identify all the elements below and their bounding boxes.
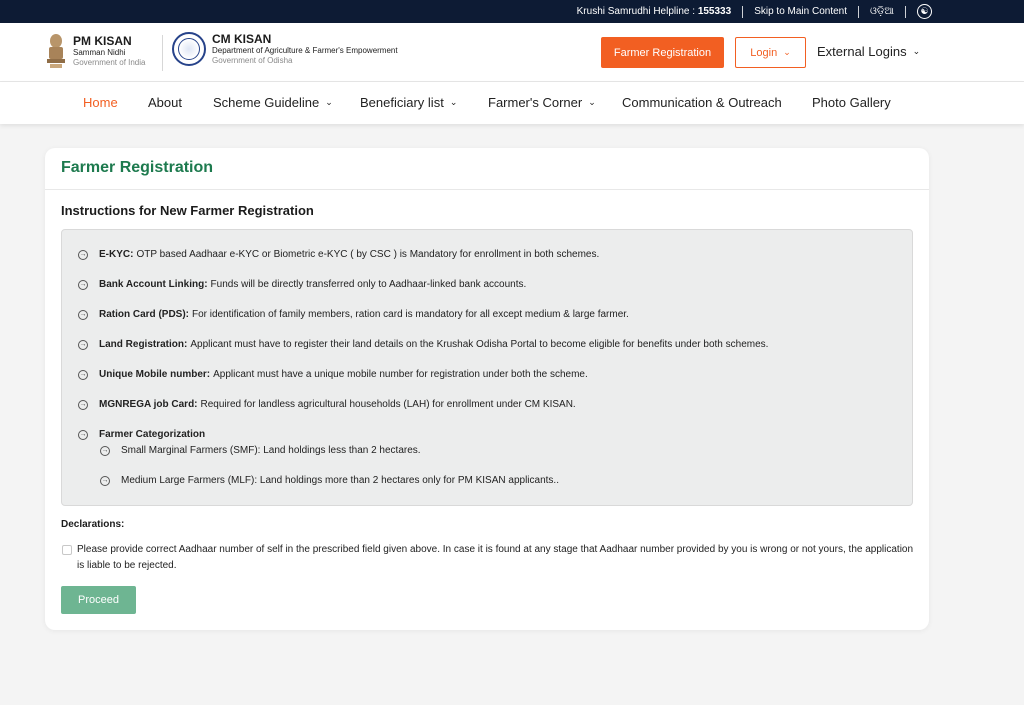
cm-kisan-title: CM KISAN <box>212 31 272 46</box>
skip-to-main-link[interactable]: Skip to Main Content <box>754 6 847 17</box>
farmer-registration-card: Farmer Registration Instructions for New… <box>45 148 929 630</box>
instruction-term: Unique Mobile number: <box>99 369 211 380</box>
odisha-seal-icon <box>172 32 206 66</box>
chevron-down-icon: ⌄ <box>912 46 921 56</box>
top-utility-links: Krushi Samrudhi Helpline : 155333 Skip t… <box>577 0 932 23</box>
language-odia-link[interactable]: ଓଡ଼ିଆ <box>870 6 894 17</box>
arrow-circle-right-icon: → <box>100 475 110 486</box>
arrow-circle-right-icon: → <box>78 399 88 410</box>
chevron-down-icon: ⌄ <box>783 47 791 57</box>
top-utility-bar: Krushi Samrudhi Helpline : 155333 Skip t… <box>0 0 1024 23</box>
pm-kisan-subtitle: Samman Nidhi <box>73 47 126 57</box>
arrow-circle-right-icon: → <box>78 369 88 380</box>
nav-item-label: Photo Gallery <box>812 95 891 110</box>
instruction-item: → Bank Account Linking: Funds will be di… <box>78 279 526 290</box>
nav-item-label: Home <box>83 95 118 110</box>
nav-item-label: Farmer's Corner <box>488 95 583 110</box>
cm-kisan-brand[interactable]: CM KISAN Department of Agriculture & Far… <box>172 32 398 66</box>
cm-kisan-subtitle: Department of Agriculture & Farmer's Emp… <box>212 45 398 55</box>
card-title: Farmer Registration <box>61 159 214 176</box>
instructions-box: → E-KYC: OTP based Aadhaar e-KYC or Biom… <box>61 229 913 506</box>
nav-item-communication-outreach[interactable]: Communication & Outreach <box>622 95 782 110</box>
instruction-item: → Unique Mobile number: Applicant must h… <box>78 369 588 380</box>
proceed-button[interactable]: Proceed <box>61 586 136 614</box>
instruction-text: OTP based Aadhaar e-KYC or Biometric e-K… <box>136 249 600 260</box>
login-label: Login <box>750 46 778 59</box>
instruction-term: MGNREGA job Card: <box>99 399 198 410</box>
instruction-term: Bank Account Linking: <box>99 279 208 290</box>
instruction-item: → Land Registration: Applicant must have… <box>78 339 768 350</box>
nav-item-beneficiary-list[interactable]: Beneficiary list ⌄ <box>360 95 457 110</box>
chevron-down-icon: ⌄ <box>588 97 596 107</box>
nav-item-farmers-corner[interactable]: Farmer's Corner ⌄ <box>488 95 596 110</box>
brand-divider <box>162 35 163 71</box>
pm-kisan-text: PM KISAN Samman Nidhi Government of Indi… <box>73 33 146 68</box>
arrow-circle-right-icon: → <box>100 445 110 456</box>
instruction-term: E-KYC: <box>99 249 134 260</box>
helpline-label: Krushi Samrudhi Helpline : <box>576 6 698 17</box>
instruction-text: For identification of family members, ra… <box>192 309 629 320</box>
instruction-item: → E-KYC: OTP based Aadhaar e-KYC or Biom… <box>78 249 599 260</box>
pm-kisan-brand[interactable]: PM KISAN Samman Nidhi Government of Indi… <box>44 32 145 70</box>
separator <box>905 5 906 18</box>
separator <box>858 5 860 18</box>
helpline-text: Krushi Samrudhi Helpline : 155333 <box>577 6 732 17</box>
external-logins-label: External Logins <box>817 44 907 59</box>
nav-item-label: About <box>148 95 182 110</box>
sub-instruction-text: Small Marginal Farmers (SMF): Land holdi… <box>121 445 421 456</box>
pm-kisan-title: PM KISAN <box>73 33 132 48</box>
instruction-term: Land Registration: <box>99 339 188 350</box>
arrow-circle-right-icon: → <box>78 339 88 350</box>
pm-kisan-org: Government of India <box>73 57 146 67</box>
arrow-circle-right-icon: → <box>78 249 88 260</box>
sub-instruction-item: → Small Marginal Farmers (SMF): Land hol… <box>100 445 421 456</box>
instruction-text: Applicant must have a unique mobile numb… <box>213 369 588 380</box>
instruction-term: Farmer Categorization <box>99 429 206 440</box>
farmer-registration-button[interactable]: Farmer Registration <box>601 37 724 68</box>
nav-item-photo-gallery[interactable]: Photo Gallery <box>812 95 891 110</box>
nav-item-label: Scheme Guideline <box>213 95 320 110</box>
site-header: PM KISAN Samman Nidhi Government of Indi… <box>0 23 1024 82</box>
instruction-item: → Farmer Categorization <box>78 429 208 440</box>
main-nav: Home About Scheme Guideline ⌄ Beneficiar… <box>0 82 1024 124</box>
instruction-text: Applicant must have to register their la… <box>190 339 769 350</box>
sub-instruction-item: → Medium Large Farmers (MLF): Land holdi… <box>100 475 559 486</box>
nav-item-label: Beneficiary list <box>360 95 444 110</box>
cm-kisan-text: CM KISAN Department of Agriculture & Far… <box>212 31 398 66</box>
arrow-circle-right-icon: → <box>78 429 88 440</box>
instruction-text: Required for landless agricultural house… <box>200 399 576 410</box>
declaration-checkbox[interactable] <box>62 545 72 555</box>
separator <box>742 5 744 18</box>
nav-item-about[interactable]: About <box>148 95 182 110</box>
instruction-text: Funds will be directly transferred only … <box>210 279 527 290</box>
chevron-down-icon: ⌄ <box>325 97 333 107</box>
arrow-circle-right-icon: → <box>78 279 88 290</box>
declaration-text: Please provide correct Aadhaar number of… <box>77 544 914 571</box>
chevron-down-icon: ⌄ <box>449 97 458 107</box>
card-divider <box>45 189 929 190</box>
nav-item-home[interactable]: Home <box>83 95 118 110</box>
national-emblem-icon <box>47 34 65 68</box>
login-button[interactable]: Login ⌄ <box>735 37 806 68</box>
external-logins-dropdown[interactable]: External Logins ⌄ <box>817 44 920 59</box>
accessibility-icon[interactable]: ☯ <box>917 4 932 19</box>
instruction-term: Ration Card (PDS): <box>99 309 189 320</box>
instruction-item: → Ration Card (PDS): For identification … <box>78 309 629 320</box>
instructions-title: Instructions for New Farmer Registration <box>61 203 314 218</box>
nav-item-label: Communication & Outreach <box>622 95 782 110</box>
nav-item-scheme-guideline[interactable]: Scheme Guideline ⌄ <box>213 95 333 110</box>
arrow-circle-right-icon: → <box>78 309 88 320</box>
helpline-number: 155333 <box>697 6 732 17</box>
sub-instruction-text: Medium Large Farmers (MLF): Land holding… <box>121 475 559 486</box>
cm-kisan-org: Government of Odisha <box>212 55 293 65</box>
instruction-item: → MGNREGA job Card: Required for landles… <box>78 399 576 410</box>
declarations-title: Declarations: <box>61 519 125 530</box>
